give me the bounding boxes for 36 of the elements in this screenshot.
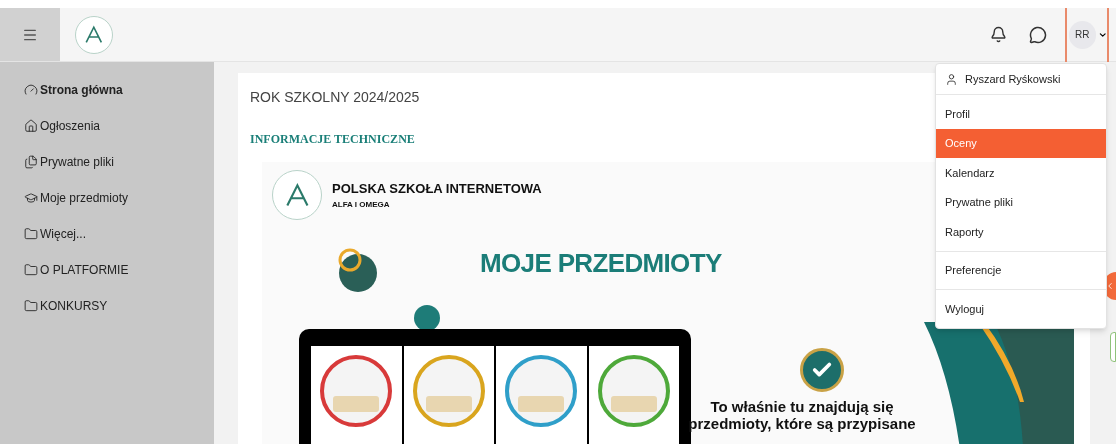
menu-item[interactable]: Profil <box>936 99 1106 129</box>
menu-item[interactable]: Preferencje <box>936 255 1106 285</box>
gauge-icon <box>24 83 38 97</box>
house-icon <box>24 119 38 133</box>
poster-text: To właśnie tu znajdują się <box>710 398 894 415</box>
check-icon <box>800 348 844 392</box>
sidebar-item[interactable]: Strona główna <box>0 72 214 108</box>
chat-icon[interactable] <box>1029 25 1047 44</box>
sidebar-item[interactable]: KONKURSY <box>0 288 214 324</box>
poster-title: MOJE PRZEDMIOTY <box>480 247 722 280</box>
user-name-link[interactable]: Ryszard Ryśkowski <box>936 68 1106 90</box>
side-handle[interactable] <box>1110 332 1116 362</box>
folder-icon <box>24 299 38 313</box>
sidebar-item[interactable]: Moje przedmioty <box>0 180 214 216</box>
folder-icon <box>24 227 38 241</box>
menu-item[interactable]: Prywatne pliki <box>936 187 1106 217</box>
folder-icon <box>24 263 38 277</box>
menu-item[interactable]: Wyloguj <box>936 294 1106 324</box>
menu-item[interactable]: Raporty <box>936 217 1106 247</box>
sidebar-item[interactable]: O PLATFORMIE <box>0 252 214 288</box>
menu-item[interactable]: Kalendarz <box>936 158 1106 188</box>
sidebar-item[interactable]: Ogłoszenia <box>0 108 214 144</box>
school-logo <box>75 15 113 54</box>
bell-icon[interactable] <box>990 26 1007 43</box>
sidebar-item[interactable]: Prywatne pliki <box>0 144 214 180</box>
avatar-initials: RR <box>1069 20 1096 49</box>
sidebar-item[interactable]: Więcej... <box>0 216 214 252</box>
section-heading: INFORMACJE TECHNICZNE <box>250 131 415 148</box>
school-subtitle: ALFA I OMEGA <box>332 198 391 211</box>
school-name: POLSKA SZKOŁA INTERNETOWA <box>332 180 542 199</box>
user-icon <box>945 72 958 86</box>
user-menu-button[interactable]: RR <box>1065 7 1109 62</box>
files-icon <box>24 155 38 169</box>
graduation-cap-icon <box>24 191 38 205</box>
school-year-heading: ROK SZKOLNY 2024/2025 <box>250 88 421 107</box>
school-logo <box>272 170 322 220</box>
